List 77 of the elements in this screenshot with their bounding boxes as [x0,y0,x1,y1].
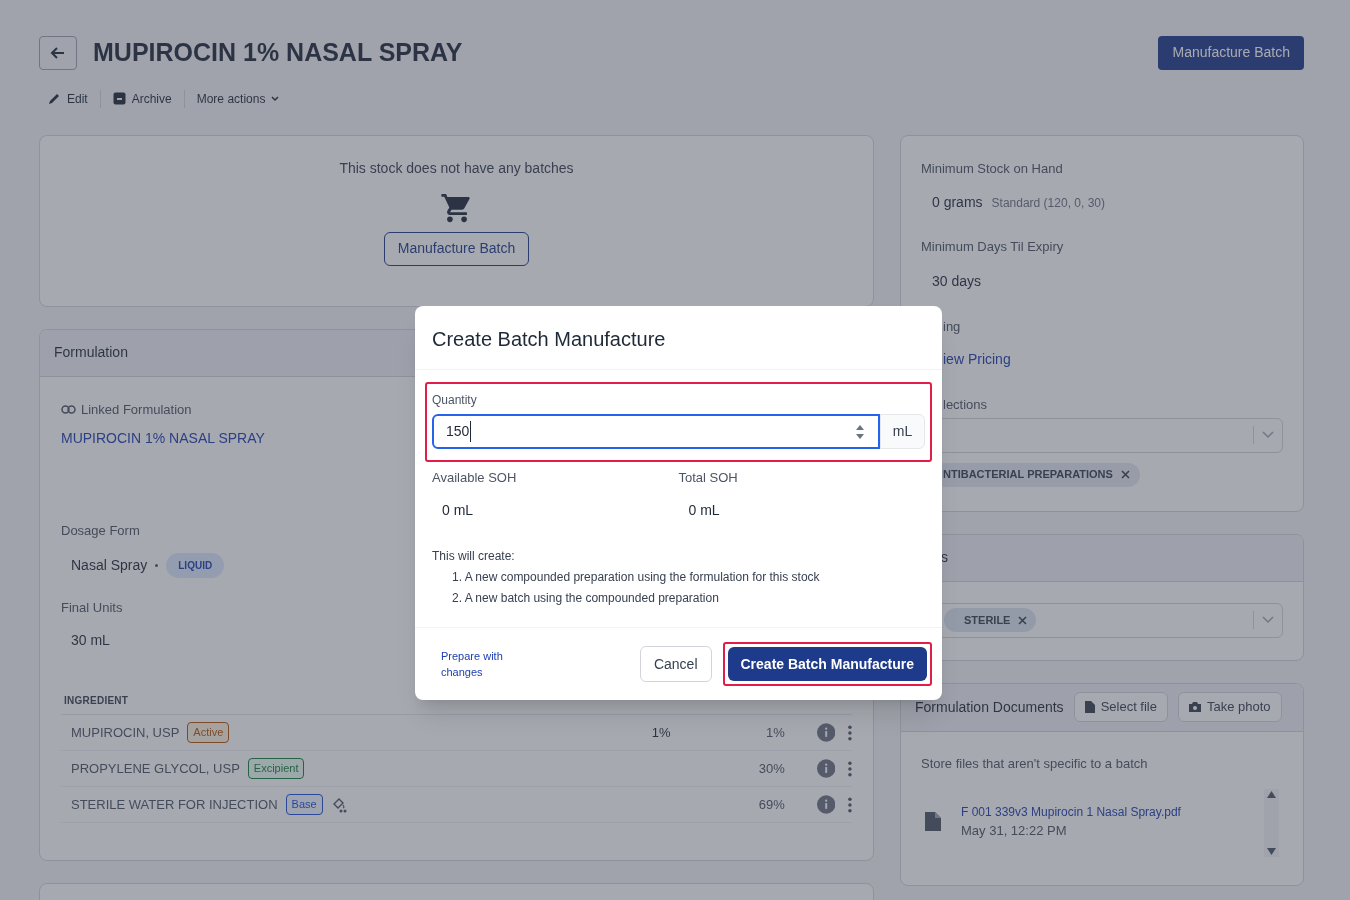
list-item: 2. A new batch using the compounded preparation [451,589,720,607]
field-label: Available SOH [432,469,518,487]
role-tag: Base [285,794,323,815]
kebab-menu-icon [848,760,852,777]
page-title: MUPIROCIN 1% NASAL SPRAY [93,37,463,68]
spinner-icon [856,423,864,440]
prepare-link[interactable]: Prepare with changes [441,648,521,680]
scroll-down-icon [1267,848,1276,855]
chip-label: STERILE [964,612,1011,628]
action-link[interactable]: Edit [48,89,88,108]
field-label: Linked Formulation [81,400,192,419]
take-photo-button[interactable]: Take photo [1178,692,1282,722]
field-label: Minimum Days Til Expiry [921,238,1065,256]
percent-cell-text: 30% [757,759,785,778]
pricing-link[interactable]: iew Pricing [943,349,1011,370]
back-button[interactable] [39,35,77,70]
action-link[interactable]: Archive [99,89,172,108]
field-label: lections [943,396,988,414]
info-icon [816,759,836,778]
chevron-down-icon [271,95,280,102]
percent-cell-text: 69% [757,795,785,814]
field-value: 0 mL [687,500,721,520]
field-value: 30 days [931,271,983,291]
manufacture-batch-button[interactable]: Manufacture Batch [1158,35,1304,70]
link-icon [61,404,76,414]
pencil-icon [48,92,61,105]
create-batch-button[interactable]: Create Batch Manufacture [727,647,927,681]
kebab-menu-icon [848,796,852,813]
hint-text: Store files that aren't specific to a batch [920,754,1149,773]
field-label: Dosage Form [61,522,141,540]
card-title: Formulation [54,343,128,362]
field-value: 30 mL [70,631,111,650]
card-title: Formulation Documents [915,697,1064,717]
kebab-menu-icon [848,724,852,741]
archive-icon [112,92,126,105]
close-icon [1120,470,1130,479]
camera-icon [1189,702,1201,712]
select-file-button[interactable]: Select file [1073,692,1168,722]
close-icon [1018,615,1028,625]
cancel-button[interactable]: Cancel [639,646,712,682]
field-label: ing [943,317,961,336]
field-note: Standard (120, 0, 30) [991,195,1105,212]
field-label: Total SOH [678,469,739,487]
field-value: 0 mL [441,500,475,520]
manufacture-batch-button[interactable]: Manufacture Batch [383,231,530,266]
dialog-title: Create Batch Manufacture [432,326,666,352]
ingredient-name: PROPYLENE GLYCOL, USP [71,759,240,778]
field-label: Minimum Stock on Hand [921,159,1064,178]
action-link[interactable]: More actions [183,89,280,108]
document-icon [925,812,941,832]
scrollbar[interactable] [1264,789,1279,857]
unit-addon: mL [880,414,925,449]
file-link[interactable]: F 001 339v3 Mupirocin 1 Nasal Spray.pdf [961,803,1181,821]
chip-label: NTIBACTERIAL PREPARATIONS [943,467,1113,483]
file-date: May 31, 12:22 PM [961,822,1068,840]
field-value: 0 grams [932,193,983,212]
role-tag: Excipient [247,758,305,779]
ingredient-name: MUPIROCIN, USP [71,723,180,742]
quantity-cell-text: 1% [650,723,671,742]
chevron-down-icon [1262,616,1274,624]
list-item: 1. A new compounded preparation using the formulation for this stock [451,568,821,586]
info-icon [816,795,836,814]
role-tag: Active [187,722,230,743]
quantity-input[interactable]: 150 [432,414,880,449]
scroll-up-icon [1267,791,1276,798]
field-label: Final Units [61,598,123,617]
info-text: This will create: [431,547,516,565]
chevron-down-icon [1262,431,1274,439]
ingredient-name: STERILE WATER FOR INJECTION [71,795,278,814]
file-icon [1084,701,1095,713]
form-tag: LIQUID [166,552,225,578]
field-label: Quantity [432,392,478,409]
card-title: s [941,548,948,567]
field-value: Nasal Spray [71,555,148,575]
percent-cell-text: 1% [764,723,785,742]
info-icon [816,723,836,742]
empty-message: This stock does not have any batches [339,158,574,178]
